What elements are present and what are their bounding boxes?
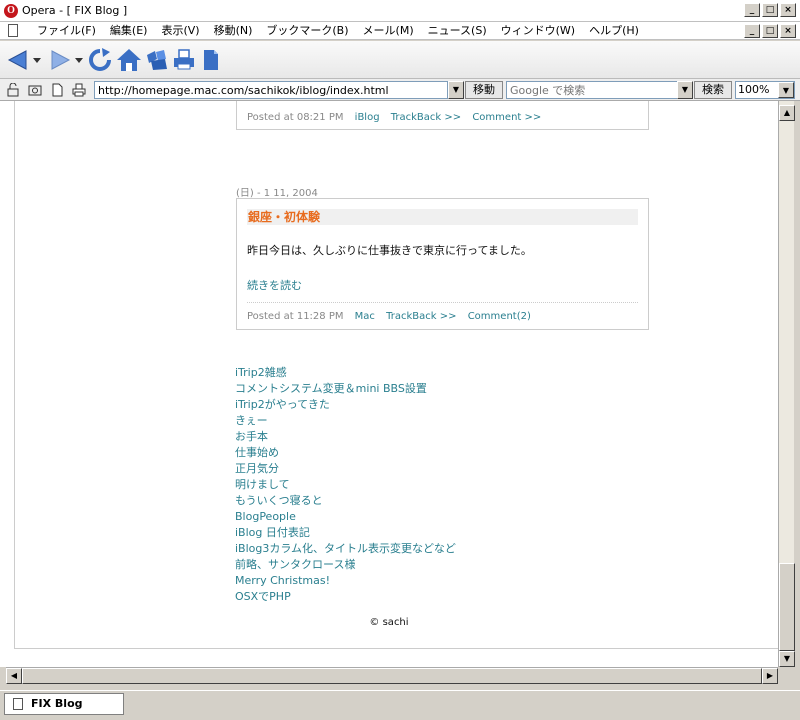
prev-post-footer: Posted at 08:21 PM iBlog TrackBack >> Co… xyxy=(247,112,541,123)
doc-restore-button[interactable]: □ xyxy=(762,24,778,38)
post-title[interactable]: 銀座・初体験 xyxy=(247,209,638,225)
document-window-controls: _ □ × xyxy=(744,24,796,38)
recent-entry-link[interactable]: 明けまして xyxy=(235,477,456,493)
prev-post-trackback-link[interactable]: TrackBack >> xyxy=(391,112,461,123)
page-taskbar: FIX Blog xyxy=(0,690,800,720)
minimize-button[interactable]: _ xyxy=(744,3,760,17)
recent-entry-link[interactable]: iBlog 日付表記 xyxy=(235,525,456,541)
read-more-link[interactable]: 続きを読む xyxy=(247,277,302,293)
menu-news[interactable]: ニュース(S) xyxy=(421,24,494,38)
maximize-button[interactable]: □ xyxy=(762,3,778,17)
tab-label: FIX Blog xyxy=(31,697,83,710)
page-tab-icon xyxy=(13,698,23,710)
doc-minimize-button[interactable]: _ xyxy=(744,24,760,38)
recent-entry-link[interactable]: 正月気分 xyxy=(235,461,456,477)
copyright: © sachi xyxy=(369,617,409,628)
post-box: 銀座・初体験 昨日今日は、久しぶりに仕事抜きで東京に行ってました。 続きを読む … xyxy=(236,198,649,330)
hotlist-icon[interactable] xyxy=(145,47,169,73)
recent-entry-link[interactable]: OSXでPHP xyxy=(235,589,456,605)
menu-edit[interactable]: 編集(E) xyxy=(103,24,155,38)
doc-close-button[interactable]: × xyxy=(780,24,796,38)
page-content: Posted at 08:21 PM iBlog TrackBack >> Co… xyxy=(0,101,778,667)
recent-entry-link[interactable]: BlogPeople xyxy=(235,509,456,525)
zoom-select[interactable]: 100% ▼ xyxy=(735,81,795,99)
post-comment-link[interactable]: Comment(2) xyxy=(468,311,531,322)
forward-icon[interactable] xyxy=(48,47,72,73)
post-footer: Posted at 11:28 PM Mac TrackBack >> Comm… xyxy=(247,311,531,322)
vertical-scrollbar[interactable]: ▲ ▼ xyxy=(778,101,795,667)
scroll-right-icon[interactable]: ▶ xyxy=(762,668,778,684)
reload-icon[interactable] xyxy=(88,47,112,73)
url-input[interactable] xyxy=(94,81,448,99)
horizontal-scrollbar[interactable]: ◀ ▶ xyxy=(6,667,778,684)
scroll-left-icon[interactable]: ◀ xyxy=(6,668,22,684)
post-divider xyxy=(247,302,638,303)
scroll-down-icon[interactable]: ▼ xyxy=(779,651,795,667)
recent-entry-link[interactable]: iTrip2雑感 xyxy=(235,365,456,381)
url-dropdown-icon[interactable]: ▼ xyxy=(448,81,464,99)
menu-bookmarks[interactable]: ブックマーク(B) xyxy=(259,24,355,38)
navigation-toolbar xyxy=(0,41,800,79)
recent-entry-link[interactable]: iBlog3カラム化、タイトル表示変更などなど xyxy=(235,541,456,557)
post-body: 昨日今日は、久しぶりに仕事抜きで東京に行ってました。 xyxy=(247,244,532,257)
window-title: Opera - [ FIX Blog ] xyxy=(22,4,128,17)
tab-fix-blog[interactable]: FIX Blog xyxy=(4,693,124,715)
address-bar: ▼ 移動 ▼ 検索 100% ▼ xyxy=(0,79,800,101)
horizontal-scroll-thumb[interactable] xyxy=(22,668,762,684)
back-dropdown-icon[interactable] xyxy=(32,47,42,73)
forward-dropdown-icon[interactable] xyxy=(74,47,84,73)
home-icon[interactable] xyxy=(116,47,142,73)
title-bar: O Opera - [ FIX Blog ] _ □ × xyxy=(0,0,800,22)
scroll-corner xyxy=(778,667,794,683)
print-icon[interactable] xyxy=(172,47,196,73)
post-trackback-link[interactable]: TrackBack >> xyxy=(386,311,456,322)
recent-entry-link[interactable]: iTrip2がやってきた xyxy=(235,397,456,413)
post-date: (日) - 1 11, 2004 xyxy=(236,188,318,199)
recent-entry-link[interactable]: 前略、サンタクロース様 xyxy=(235,557,456,573)
opera-logo-icon: O xyxy=(4,4,18,18)
recent-entry-link[interactable]: Merry Christmas! xyxy=(235,573,456,589)
recent-entry-link[interactable]: コメントシステム変更＆mini BBS設置 xyxy=(235,381,456,397)
zoom-value: 100% xyxy=(738,83,770,96)
menu-view[interactable]: 表示(V) xyxy=(154,24,206,38)
recent-entry-link[interactable]: きぇー xyxy=(235,413,456,429)
vertical-scroll-thumb[interactable] xyxy=(779,563,795,651)
menu-window[interactable]: ウィンドウ(W) xyxy=(494,24,582,38)
scroll-up-icon[interactable]: ▲ xyxy=(779,105,795,121)
zoom-dropdown-icon[interactable]: ▼ xyxy=(778,82,794,98)
prev-post-box: Posted at 08:21 PM iBlog TrackBack >> Co… xyxy=(236,101,649,130)
page-icon[interactable] xyxy=(200,47,222,73)
search-dropdown-icon[interactable]: ▼ xyxy=(677,81,693,99)
recent-entry-link[interactable]: もういくつ寝ると xyxy=(235,493,456,509)
menu-help[interactable]: ヘルプ(H) xyxy=(582,24,646,38)
recent-entry-link[interactable]: 仕事始め xyxy=(235,445,456,461)
lock-icon[interactable] xyxy=(6,82,20,97)
back-icon[interactable] xyxy=(6,47,30,73)
new-page-icon[interactable] xyxy=(50,83,64,97)
search-input[interactable] xyxy=(506,81,678,99)
post-category-link[interactable]: Mac xyxy=(355,311,375,322)
camera-icon[interactable] xyxy=(28,83,42,97)
recent-entry-link[interactable]: お手本 xyxy=(235,429,456,445)
search-button[interactable]: 検索 xyxy=(694,81,732,99)
go-button[interactable]: 移動 xyxy=(465,81,503,99)
menu-mail[interactable]: メール(M) xyxy=(356,24,421,38)
prev-post-comment-link[interactable]: Comment >> xyxy=(472,112,541,123)
prev-post-category-link[interactable]: iBlog xyxy=(355,112,380,123)
window-controls: _ □ × xyxy=(744,3,796,17)
print-small-icon[interactable] xyxy=(72,83,86,97)
menu-file[interactable]: ファイル(F) xyxy=(30,24,103,38)
document-icon[interactable] xyxy=(8,24,18,37)
post-time: Posted at 11:28 PM xyxy=(247,311,344,322)
menu-bar: ファイル(F) 編集(E) 表示(V) 移動(N) ブックマーク(B) メール(… xyxy=(0,22,800,40)
menu-navigate[interactable]: 移動(N) xyxy=(207,24,260,38)
prev-post-time: Posted at 08:21 PM xyxy=(247,112,344,123)
recent-entries-list: iTrip2雑感 コメントシステム変更＆mini BBS設置 iTrip2がやっ… xyxy=(235,365,456,605)
close-button[interactable]: × xyxy=(780,3,796,17)
